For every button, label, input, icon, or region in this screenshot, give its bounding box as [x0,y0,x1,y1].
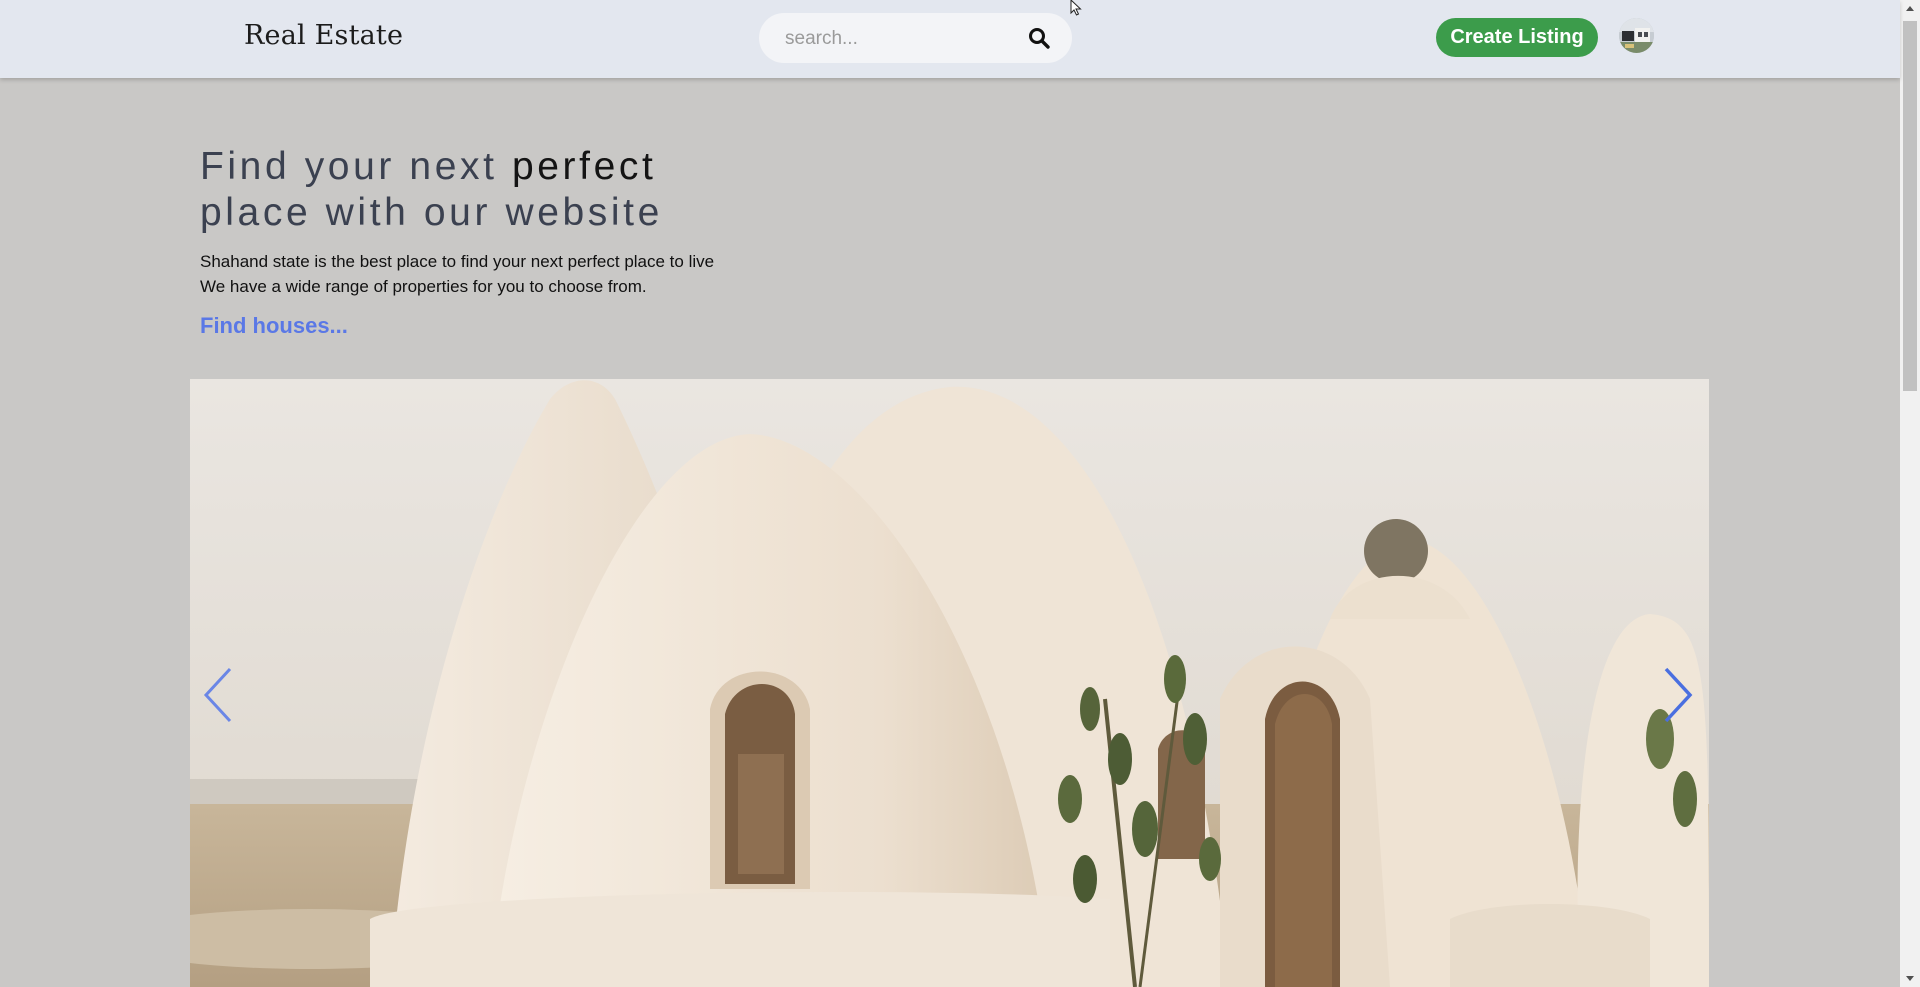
hero-title-part1: Find your next [200,145,512,188]
page: Real Estate Create Listing Find yo [0,0,1920,987]
hero-description-line2: We have a wide range of properties for y… [200,277,647,296]
scrollbar-thumb[interactable] [1903,21,1917,391]
scroll-down-arrow-icon[interactable] [1900,969,1920,987]
search-input[interactable] [783,25,1007,53]
chevron-left-icon[interactable] [200,665,240,725]
avatar[interactable] [1619,18,1654,53]
top-navbar: Real Estate Create Listing [0,0,1900,78]
search-icon[interactable] [1027,26,1051,50]
listing-carousel [190,379,1709,987]
mouse-cursor-icon [1070,0,1082,16]
avatar-image [1619,18,1654,53]
carousel-slide-image [190,379,1709,987]
vertical-scrollbar[interactable] [1900,0,1920,987]
chevron-right-icon[interactable] [1658,665,1698,725]
brand-logo[interactable]: Real Estate [244,20,403,51]
create-listing-button[interactable]: Create Listing [1436,18,1598,57]
find-houses-link[interactable]: Find houses... [200,313,348,339]
hero-title-emphasis: perfect [511,145,657,188]
search-form [759,13,1072,63]
scroll-up-arrow-icon[interactable] [1900,0,1920,18]
hero-description-line1: Shahand state is the best place to find … [200,252,715,271]
hero-title: Find your next perfect place with our we… [200,144,663,236]
hero-description: Shahand state is the best place to find … [200,249,714,299]
hero-title-part2: place with our website [200,191,663,234]
